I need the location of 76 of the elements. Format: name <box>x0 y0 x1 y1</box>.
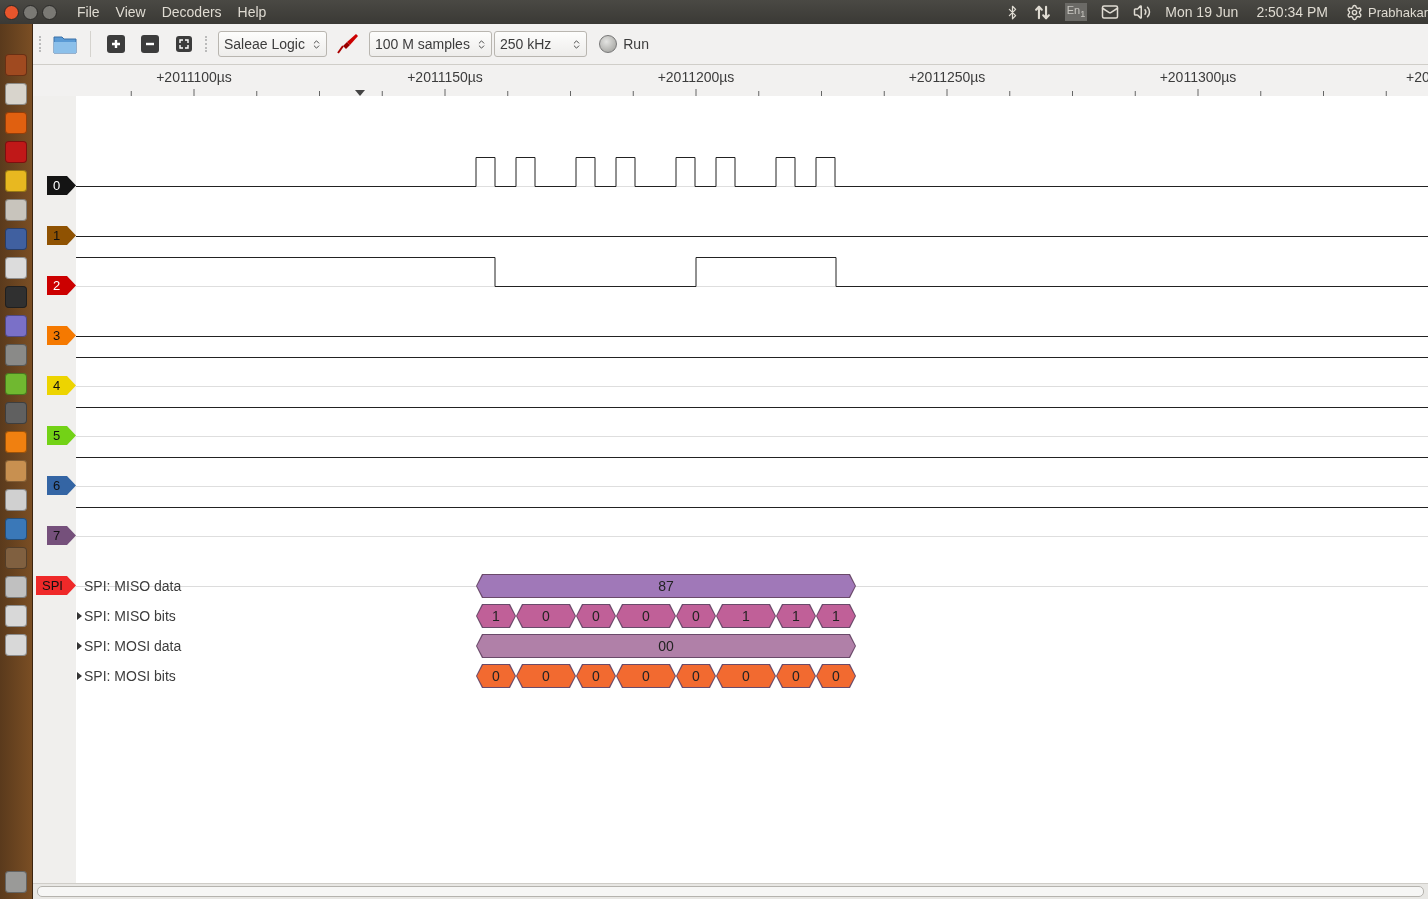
annotation-block: 00 <box>476 634 856 658</box>
annotation-block: 0 <box>576 604 616 628</box>
app-icon[interactable] <box>5 315 27 337</box>
app-icon[interactable] <box>5 170 27 192</box>
app-icon[interactable] <box>5 489 27 511</box>
horizontal-scrollbar[interactable] <box>33 883 1428 899</box>
channel-tag[interactable]: 0 <box>47 176 76 195</box>
expand-triangle-icon[interactable] <box>77 672 82 680</box>
annotation-block: 0 <box>776 664 816 688</box>
app-icon[interactable] <box>5 576 27 598</box>
run-button[interactable]: Run <box>595 35 653 53</box>
channel-tag[interactable]: 5 <box>47 426 76 445</box>
app-icon[interactable] <box>5 257 27 279</box>
annotation-block: 0 <box>476 664 516 688</box>
mail-icon[interactable] <box>1101 3 1120 21</box>
maximize-button[interactable] <box>42 4 57 20</box>
annotation-block: 0 <box>516 664 576 688</box>
app-icon[interactable] <box>5 547 27 569</box>
app-icon[interactable] <box>5 518 27 540</box>
sample-count-select[interactable]: 100 M samples <box>368 31 492 57</box>
network-arrows-icon[interactable] <box>1033 3 1051 21</box>
menu-item[interactable]: Help <box>237 4 267 20</box>
user-name[interactable]: Prabhakar <box>1368 4 1428 20</box>
channel-tag[interactable]: 4 <box>47 376 76 395</box>
decoder-row-label: SPI: MISO bits <box>84 608 177 624</box>
app-icon[interactable] <box>5 634 27 656</box>
app-icon[interactable] <box>5 402 27 424</box>
decoder-tag[interactable]: SPI <box>36 576 76 595</box>
app-icon[interactable] <box>5 54 27 76</box>
app-icon[interactable] <box>5 605 27 627</box>
time-label: +2011100µs <box>156 69 232 85</box>
clock-text[interactable]: 2:50:34 PM <box>1256 4 1328 20</box>
time-label: +2011150µs <box>407 69 483 85</box>
channel-tag[interactable]: 2 <box>47 276 76 295</box>
annotation-block: 0 <box>676 604 716 628</box>
expand-triangle-icon[interactable] <box>77 612 82 620</box>
annotation-block: 87 <box>476 574 856 598</box>
annotation-block: 0 <box>616 604 676 628</box>
expand-triangle-icon[interactable] <box>77 642 82 650</box>
app-icon[interactable] <box>5 141 27 163</box>
app-icon[interactable] <box>5 228 27 250</box>
annotation-block: 0 <box>676 664 716 688</box>
settings-icon[interactable] <box>1346 3 1363 21</box>
close-button[interactable] <box>4 4 19 20</box>
device-select[interactable]: Saleae Logic <box>218 31 327 57</box>
app-icon[interactable] <box>5 431 27 453</box>
annotation-block: 0 <box>616 664 676 688</box>
app-icon[interactable] <box>5 83 27 105</box>
annotation-block: 1 <box>816 604 856 628</box>
app-icon[interactable] <box>5 460 27 482</box>
time-label: +2011250µs <box>908 69 986 85</box>
annotation-block: 0 <box>516 604 576 628</box>
minimize-button[interactable] <box>23 4 38 20</box>
menu-item[interactable]: File <box>77 4 100 20</box>
sample-rate-select[interactable]: 250 kHz <box>493 31 588 57</box>
annotation-block: 1 <box>776 604 816 628</box>
time-label: +2011200µs <box>657 69 735 85</box>
decoder-row-label: SPI: MOSI data <box>84 638 183 654</box>
decoder-row-label: SPI: MOSI bits <box>84 668 177 684</box>
annotation-block: 1 <box>716 604 776 628</box>
annotation-block: 0 <box>576 664 616 688</box>
channel-tag[interactable]: 3 <box>47 326 76 345</box>
app-icon[interactable] <box>5 344 27 366</box>
menu-item[interactable]: Decoders <box>161 4 222 20</box>
time-label: +2011300µs <box>1159 69 1237 85</box>
app-icon[interactable] <box>5 112 27 134</box>
volume-icon[interactable] <box>1133 3 1152 21</box>
menu-item[interactable]: View <box>115 4 146 20</box>
app-icon[interactable] <box>5 373 27 395</box>
app-icon[interactable] <box>5 199 27 221</box>
decoder-row-label: SPI: MISO data <box>84 578 183 594</box>
annotation-block: 0 <box>716 664 776 688</box>
annotation-block: 0 <box>816 664 856 688</box>
annotation-block: 1 <box>476 604 516 628</box>
date-text[interactable]: Mon 19 Jun <box>1165 4 1239 20</box>
trash-icon[interactable] <box>5 871 27 893</box>
